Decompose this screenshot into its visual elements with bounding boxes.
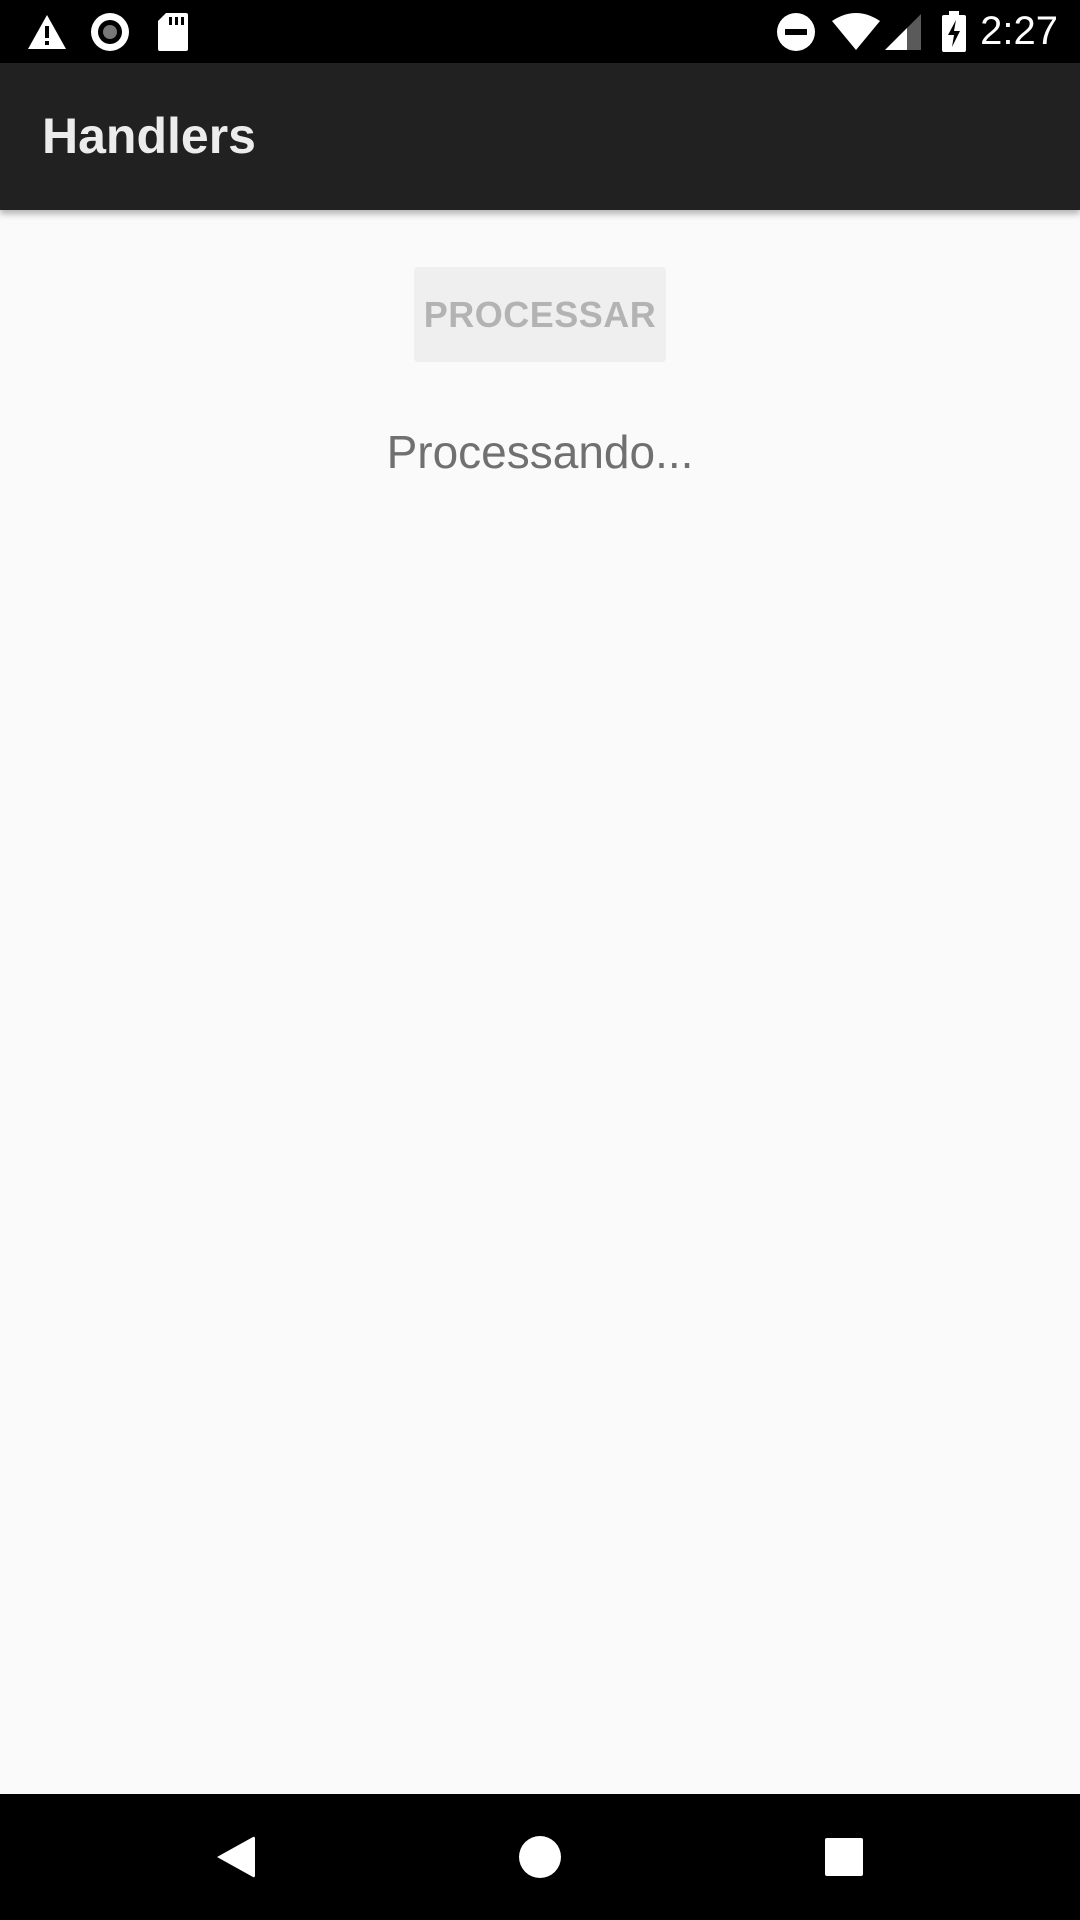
do-not-disturb-icon (776, 0, 816, 63)
warning-icon (26, 0, 68, 63)
cell-signal-icon (883, 0, 923, 63)
process-button[interactable]: PROCESSAR (414, 267, 666, 362)
page-title: Handlers (42, 108, 256, 164)
home-icon[interactable] (480, 1794, 600, 1920)
sd-card-icon (156, 0, 190, 63)
status-bar: 2:27 (0, 0, 1080, 63)
battery-charging-icon (940, 0, 968, 63)
status-text: Processando... (386, 426, 694, 478)
app-bar: Handlers (0, 63, 1080, 210)
content-area: PROCESSAR Processando... (0, 210, 1080, 1794)
navigation-bar (0, 1794, 1080, 1920)
record-icon (89, 0, 131, 63)
status-time: 2:27 (980, 9, 1058, 53)
back-icon[interactable] (176, 1794, 296, 1920)
screen: 2:27 Handlers PROCESSAR Processando... (0, 0, 1080, 1920)
wifi-icon (831, 0, 881, 63)
recents-icon[interactable] (784, 1794, 904, 1920)
